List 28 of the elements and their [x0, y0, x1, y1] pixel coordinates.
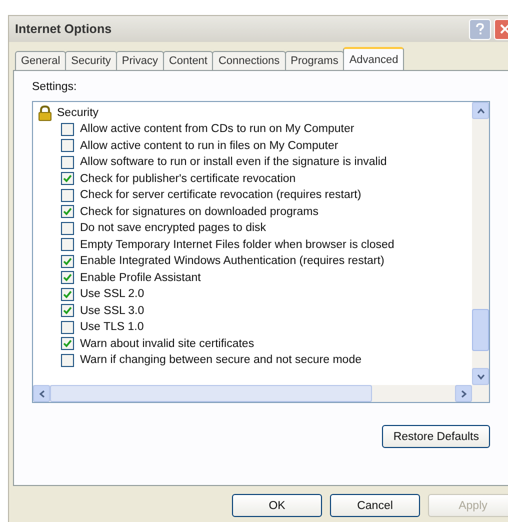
tab[interactable]: Connections: [212, 51, 286, 70]
setting-label: Allow software to run or install even if the signature is invalid: [80, 156, 387, 168]
setting-label: Check for server certificate revocation (requires restart): [80, 189, 362, 202]
dialog-button[interactable]: Cancel: [330, 494, 420, 517]
tab[interactable]: Security: [65, 51, 117, 70]
dialog-button[interactable]: OK: [232, 494, 322, 517]
setting-label: Allow active content from CDs to run on My Computer: [80, 123, 354, 136]
tab[interactable]: Content: [162, 51, 214, 70]
setting-label: Warn if changing between secure and not secure mode: [80, 354, 362, 366]
setting-label: Allow active content to run in files on My Computer: [80, 140, 338, 152]
setting-label: Use TLS 1.0: [80, 321, 144, 334]
setting-label: Do not save encrypted pages to disk: [80, 222, 266, 234]
tab[interactable]: General: [15, 51, 66, 70]
restore-defaults-button[interactable]: Restore Defaults: [382, 425, 490, 448]
tab[interactable]: Privacy: [116, 51, 164, 70]
window-title: Internet Options: [15, 22, 112, 36]
setting-label: Warn about invalid site certificates: [80, 338, 254, 350]
setting-label: Check for signatures on downloaded programs: [80, 206, 318, 218]
group-heading: Security: [57, 106, 99, 118]
tab[interactable]: Advanced: [343, 47, 404, 70]
tab[interactable]: Programs: [284, 51, 344, 70]
setting-label: Empty Temporary Internet Files folder when browser is closed: [80, 238, 394, 251]
setting-label: Use SSL 2.0: [80, 288, 144, 300]
settings-label: Settings:: [32, 81, 78, 93]
setting-label: Check for publisher's certificate revocation: [80, 172, 296, 185]
setting-label: Enable Integrated Windows Authentication (requires restart): [80, 255, 384, 268]
setting-label: Use SSL 3.0: [80, 304, 144, 317]
setting-label: Enable Profile Assistant: [80, 272, 201, 284]
